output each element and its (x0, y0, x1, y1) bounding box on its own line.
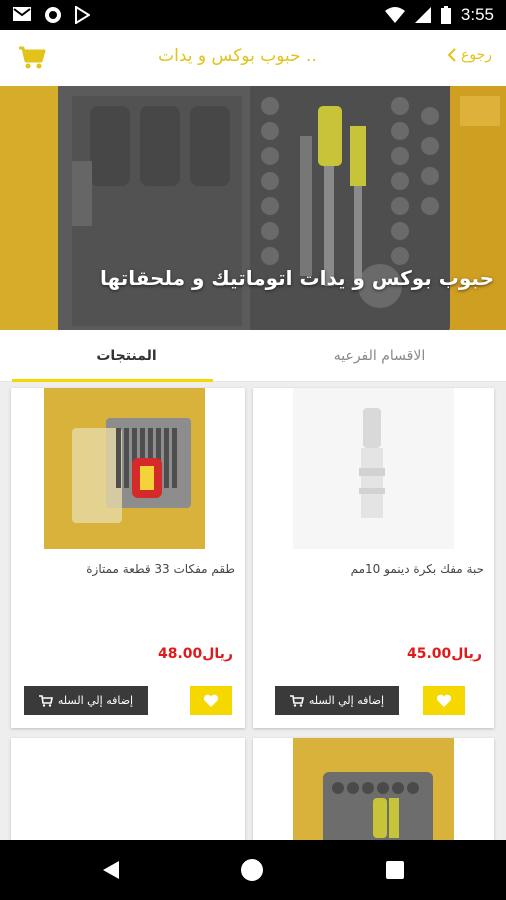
cart-icon (19, 46, 46, 69)
product-name: طقم مفكات 33 قطعة ممتازة (86, 562, 235, 576)
add-to-cart-button[interactable]: إضافه إلي السله (24, 686, 148, 715)
play-store-icon (75, 6, 90, 24)
tab-bar: المنتجات الاقسام الفرعيه (0, 330, 506, 382)
product-card[interactable]: طقم مفكات 33 قطعة ممتازة 48.00ريال إضافه… (11, 388, 245, 728)
signal-icon (414, 7, 431, 23)
product-grid: حبة مفك بكرة دينمو 10مم 45.00ريال إضافه … (0, 382, 506, 840)
product-price: 48.00ريال (157, 646, 233, 662)
favorite-button[interactable] (423, 686, 465, 715)
product-image (44, 738, 205, 840)
nav-back-icon[interactable] (101, 860, 121, 880)
cart-icon (38, 694, 53, 707)
cart-button[interactable] (18, 46, 46, 70)
add-to-cart-button[interactable]: إضافه إلي السله (275, 686, 399, 715)
system-nav-bar (0, 840, 506, 900)
battery-icon (440, 6, 451, 24)
back-button[interactable]: رجوع (447, 47, 492, 63)
cart-icon (289, 694, 304, 707)
product-image (293, 388, 454, 549)
nav-recents-button[interactable] (386, 861, 404, 879)
banner-title: حبوب بوكس و يدات اتوماتيك و ملحقاتها (99, 266, 494, 290)
wifi-icon (384, 7, 405, 23)
product-card[interactable] (11, 738, 245, 840)
tab-subcategories[interactable]: الاقسام الفرعيه (253, 330, 506, 381)
add-to-cart-label: إضافه إلي السله (57, 694, 134, 707)
product-name: حبة مفك بكرة دينمو 10مم (350, 562, 484, 576)
back-label: رجوع (460, 47, 492, 63)
category-banner: حبوب بوكس و يدات اتوماتيك و ملحقاتها (0, 86, 506, 330)
add-to-cart-label: إضافه إلي السله (308, 694, 385, 707)
favorite-button[interactable] (190, 686, 232, 715)
gmail-icon (13, 7, 31, 21)
product-image (44, 388, 205, 549)
tab-products[interactable]: المنتجات (0, 330, 253, 382)
status-bar: 3:55 (0, 0, 506, 30)
heart-icon (436, 694, 452, 707)
product-card[interactable]: حبة مفك بكرة دينمو 10مم 45.00ريال إضافه … (253, 388, 494, 728)
product-price: 45.00ريال (406, 646, 482, 662)
app-bar: حبوب بوكس و يدات .. رجوع (0, 30, 506, 86)
record-icon (45, 7, 61, 23)
page-title: حبوب بوكس و يدات .. (158, 46, 317, 66)
nav-home-button[interactable] (241, 859, 263, 881)
chevron-left-icon (447, 48, 456, 62)
banner-image (0, 86, 506, 330)
product-image (293, 738, 454, 840)
clock: 3:55 (460, 5, 494, 24)
heart-icon (203, 694, 219, 707)
product-card[interactable] (253, 738, 494, 840)
